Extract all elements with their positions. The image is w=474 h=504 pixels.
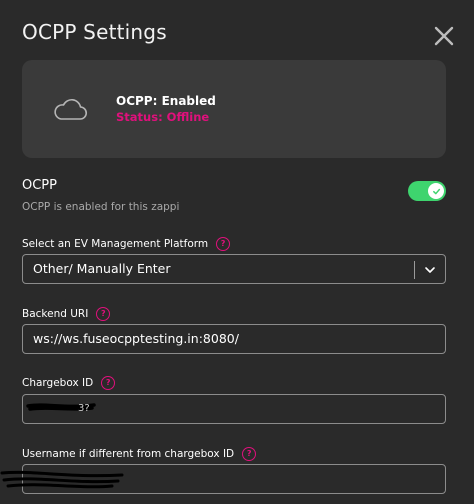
close-icon[interactable] — [432, 24, 456, 48]
ocpp-status-title: OCPP: Enabled — [116, 94, 216, 108]
cloud-icon — [54, 99, 88, 120]
backend-uri-label: Backend URI — [22, 308, 89, 320]
chevron-down-icon[interactable] — [423, 263, 437, 277]
help-icon[interactable]: ? — [242, 447, 257, 461]
ocpp-description: OCPP is enabled for this zappi — [22, 201, 180, 213]
backend-uri-value: ws://ws.fuseocpptesting.in:8080/ — [33, 331, 239, 346]
chargebox-id-input[interactable] — [22, 394, 446, 424]
toggle-knob — [428, 183, 444, 199]
check-icon — [432, 188, 440, 194]
chargebox-label-row: Chargebox ID ? — [22, 376, 116, 390]
platform-label: Select an EV Management Platform — [22, 238, 209, 250]
username-label-row: Username if different from chargebox ID … — [22, 447, 257, 461]
platform-selected-value: Other/ Manually Enter — [33, 261, 171, 276]
select-divider — [414, 261, 415, 279]
ocpp-toggle-label: OCPP — [22, 178, 57, 193]
ocpp-enable-toggle[interactable] — [408, 181, 446, 201]
help-icon[interactable]: ? — [101, 376, 116, 390]
username-label: Username if different from chargebox ID — [22, 448, 235, 460]
page-title: OCPP Settings — [22, 20, 167, 44]
ocpp-status-card: OCPP: Enabled Status: Offline — [22, 60, 446, 158]
platform-select[interactable]: Other/ Manually Enter — [22, 254, 446, 284]
help-icon[interactable]: ? — [96, 307, 111, 321]
platform-label-row: Select an EV Management Platform ? — [22, 237, 231, 251]
username-input[interactable] — [22, 464, 446, 494]
backend-label-row: Backend URI ? — [22, 307, 111, 321]
backend-uri-input[interactable]: ws://ws.fuseocpptesting.in:8080/ — [22, 324, 446, 354]
help-icon[interactable]: ? — [216, 237, 231, 251]
ocpp-connection-status: Status: Offline — [116, 110, 210, 124]
chargebox-id-label: Chargebox ID — [22, 377, 94, 389]
